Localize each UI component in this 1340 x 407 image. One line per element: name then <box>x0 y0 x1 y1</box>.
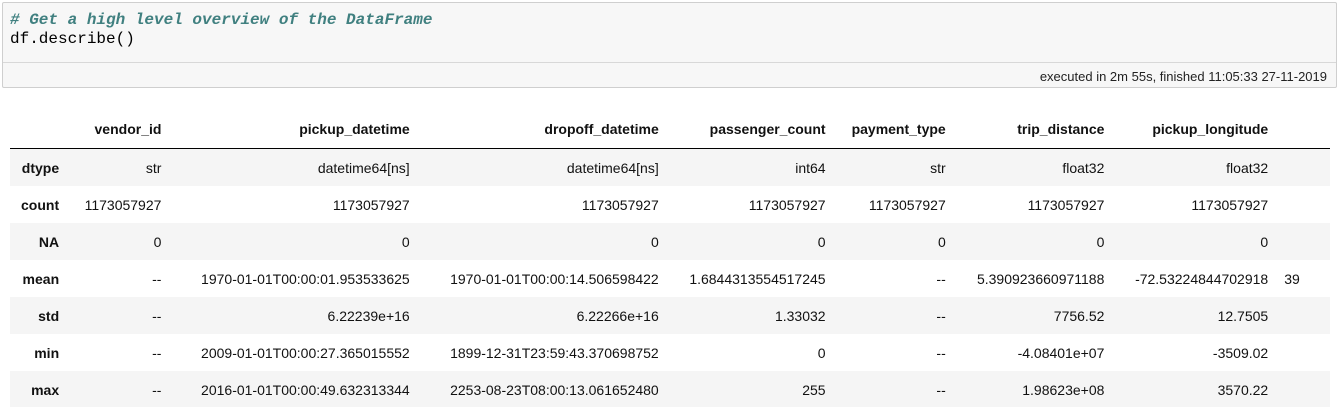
table-cell: 1.6844313554517245 <box>689 270 826 287</box>
table-cell: 0 <box>650 233 659 250</box>
table-cell: -- <box>936 307 946 324</box>
row-label: std <box>38 307 60 324</box>
table-cell: 1173057927 <box>581 196 659 213</box>
table-cell: -- <box>152 344 162 361</box>
table-cell: 1899-12-31T23:59:43.370698752 <box>450 344 659 361</box>
table-cell: 0 <box>1096 233 1105 250</box>
table-cell: 1970-01-01T00:00:14.506598422 <box>450 270 659 287</box>
table-cell <box>1276 149 1330 187</box>
describe-table: vendor_id pickup_datetime dropoff_datetime… <box>10 110 1330 407</box>
table-cell <box>1276 297 1330 334</box>
table-cell: 1173057927 <box>748 196 826 213</box>
table-cell: -- <box>936 381 946 398</box>
table-row: count 1173057927 1173057927 1173057927 11730… <box>10 186 1330 223</box>
table-cell: 1173057927 <box>84 196 162 213</box>
table-cell: 0 <box>817 233 826 250</box>
table-cell: 39 <box>1284 270 1300 287</box>
table-cell: 1970-01-01T00:00:01.953533625 <box>201 270 410 287</box>
table-cell: 0 <box>817 344 826 361</box>
column-header: trip_distance <box>953 110 1113 149</box>
header-row: vendor_id pickup_datetime dropoff_datetime… <box>10 110 1330 149</box>
column-header <box>1276 110 1330 149</box>
table-cell: 7756.52 <box>1053 307 1105 324</box>
row-label: count <box>21 196 60 213</box>
table-cell: -4.08401e+07 <box>1017 344 1105 361</box>
table-cell: 1173057927 <box>332 196 410 213</box>
table-cell: 12.7505 <box>1217 307 1269 324</box>
table-cell: -- <box>152 307 162 324</box>
table-cell: 0 <box>153 233 162 250</box>
table-cell: 0 <box>937 233 946 250</box>
table-row: max -- 2016-01-01T00:00:49.632313344 2253-0… <box>10 371 1330 407</box>
table-cell: -3509.02 <box>1212 344 1269 361</box>
table-cell: int64 <box>795 159 826 176</box>
row-label: mean <box>22 270 60 287</box>
table-cell <box>1276 186 1330 223</box>
table-cell: 6.22266e+16 <box>576 307 659 324</box>
index-header <box>10 110 68 149</box>
row-label: min <box>34 344 60 361</box>
table-cell: datetime64[ns] <box>317 159 410 176</box>
table-cell: float32 <box>1062 159 1105 176</box>
table-row: NA 0 0 0 0 0 0 0 <box>10 223 1330 260</box>
table-cell: 1173057927 <box>1027 196 1105 213</box>
table-cell: 2253-08-23T08:00:13.061652480 <box>450 381 659 398</box>
code-cell[interactable]: # Get a high level overview of the DataF… <box>2 2 1337 88</box>
output-area: vendor_id pickup_datetime dropoff_datetime… <box>10 110 1330 407</box>
table-cell: 2016-01-01T00:00:49.632313344 <box>201 381 410 398</box>
row-label: NA <box>38 233 60 250</box>
table-row: std -- 6.22239e+16 6.22266e+16 1.33032 -- 7756… <box>10 297 1330 334</box>
table-cell <box>1276 334 1330 371</box>
execution-info: executed in 2m 55s, finished 11:05:33 27… <box>1039 69 1327 84</box>
table-cell: 1173057927 <box>1191 196 1269 213</box>
table-cell: float32 <box>1226 159 1269 176</box>
table-cell: str <box>930 159 946 176</box>
table-cell: -- <box>936 270 946 287</box>
row-label: max <box>31 381 60 398</box>
table-cell: 3570.22 <box>1217 381 1269 398</box>
table-cell: datetime64[ns] <box>566 159 659 176</box>
table-cell <box>1276 371 1330 407</box>
table-cell: 0 <box>401 233 410 250</box>
column-header: pickup_longitude <box>1112 110 1277 149</box>
column-header: vendor_id <box>67 110 170 149</box>
table-cell: -- <box>936 344 946 361</box>
table-cell: 6.22239e+16 <box>327 307 410 324</box>
table-cell <box>1276 223 1330 260</box>
code-line: df.describe() <box>10 30 135 48</box>
table-cell: -- <box>152 381 162 398</box>
table-cell: 1173057927 <box>868 196 946 213</box>
table-cell: 1.33032 <box>774 307 826 324</box>
table-cell: 0 <box>1260 233 1269 250</box>
code-comment: # Get a high level overview of the DataF… <box>10 11 433 29</box>
table-cell: 255 <box>802 381 826 398</box>
code-editor[interactable]: # Get a high level overview of the DataF… <box>3 3 1336 63</box>
column-header: pickup_datetime <box>169 110 418 149</box>
table-cell: 2009-01-01T00:00:27.365015552 <box>201 344 410 361</box>
table-cell: str <box>145 159 162 176</box>
column-header: dropoff_datetime <box>417 110 667 149</box>
table-cell: -72.53224844702918 <box>1135 270 1269 287</box>
table-cell: 1.98623e+08 <box>1022 381 1105 398</box>
table-row: min -- 2009-01-01T00:00:27.365015552 1899-1… <box>10 334 1330 371</box>
table-cell: -- <box>152 270 162 287</box>
table-row: dtype str datetime64[ns] datetime64[ns] int6… <box>10 148 1330 187</box>
table-cell: 5.390923660971188 <box>976 270 1105 287</box>
column-header: payment_type <box>833 110 954 149</box>
column-header: passenger_count <box>666 110 834 149</box>
row-label: dtype <box>21 159 60 176</box>
table-row: mean -- 1970-01-01T00:00:01.953533625 1970-… <box>10 260 1330 297</box>
